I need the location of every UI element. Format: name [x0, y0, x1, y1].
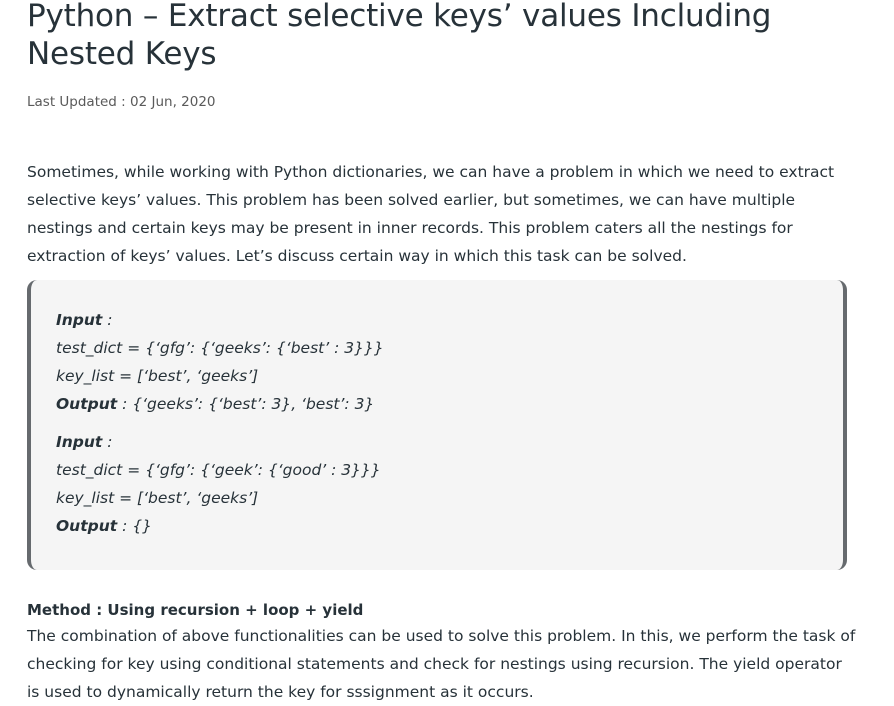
example-2: Input : test_dict = {‘gfg’: {‘geek’: {‘g…: [56, 428, 843, 540]
input-line: Input :: [56, 428, 843, 456]
method-paragraph: The combination of above functionalities…: [27, 627, 856, 701]
last-updated: Last Updated : 02 Jun, 2020: [27, 94, 216, 110]
example-gap: [56, 418, 843, 428]
input-separator: :: [102, 311, 113, 329]
input-line: Input :: [56, 306, 843, 334]
article-title: Python – Extract selective keys’ values …: [27, 0, 772, 72]
key-list-line: key_list = [‘best’, ‘geeks’]: [56, 367, 259, 385]
output-line: Output : {‘geeks’: {‘best’: 3}, ‘best’: …: [56, 390, 843, 418]
output-value: : {‘geeks’: {‘best’: 3}, ‘best’: 3}: [117, 395, 375, 413]
test-dict-line: test_dict = {‘gfg’: {‘geeks’: {‘best’ : …: [56, 339, 384, 357]
output-value: : {}: [117, 517, 152, 535]
article: Python – Extract selective keys’ values …: [27, 0, 857, 706]
example-1: Input : test_dict = {‘gfg’: {‘geeks’: {‘…: [56, 306, 843, 418]
example-box: Input : test_dict = {‘gfg’: {‘geeks’: {‘…: [27, 280, 847, 570]
test-dict-line: test_dict = {‘gfg’: {‘geek’: {‘good’ : 3…: [56, 461, 381, 479]
input-label: Input: [56, 311, 103, 329]
intro-paragraph: Sometimes, while working with Python dic…: [27, 163, 835, 265]
output-label: Output: [56, 395, 118, 413]
output-line: Output : {}: [56, 512, 843, 540]
input-label: Input: [56, 433, 103, 451]
method-heading: Method : Using recursion + loop + yield: [27, 601, 364, 619]
output-label: Output: [56, 517, 118, 535]
key-list-line: key_list = [‘best’, ‘geeks’]: [56, 489, 259, 507]
input-separator: :: [102, 433, 113, 451]
